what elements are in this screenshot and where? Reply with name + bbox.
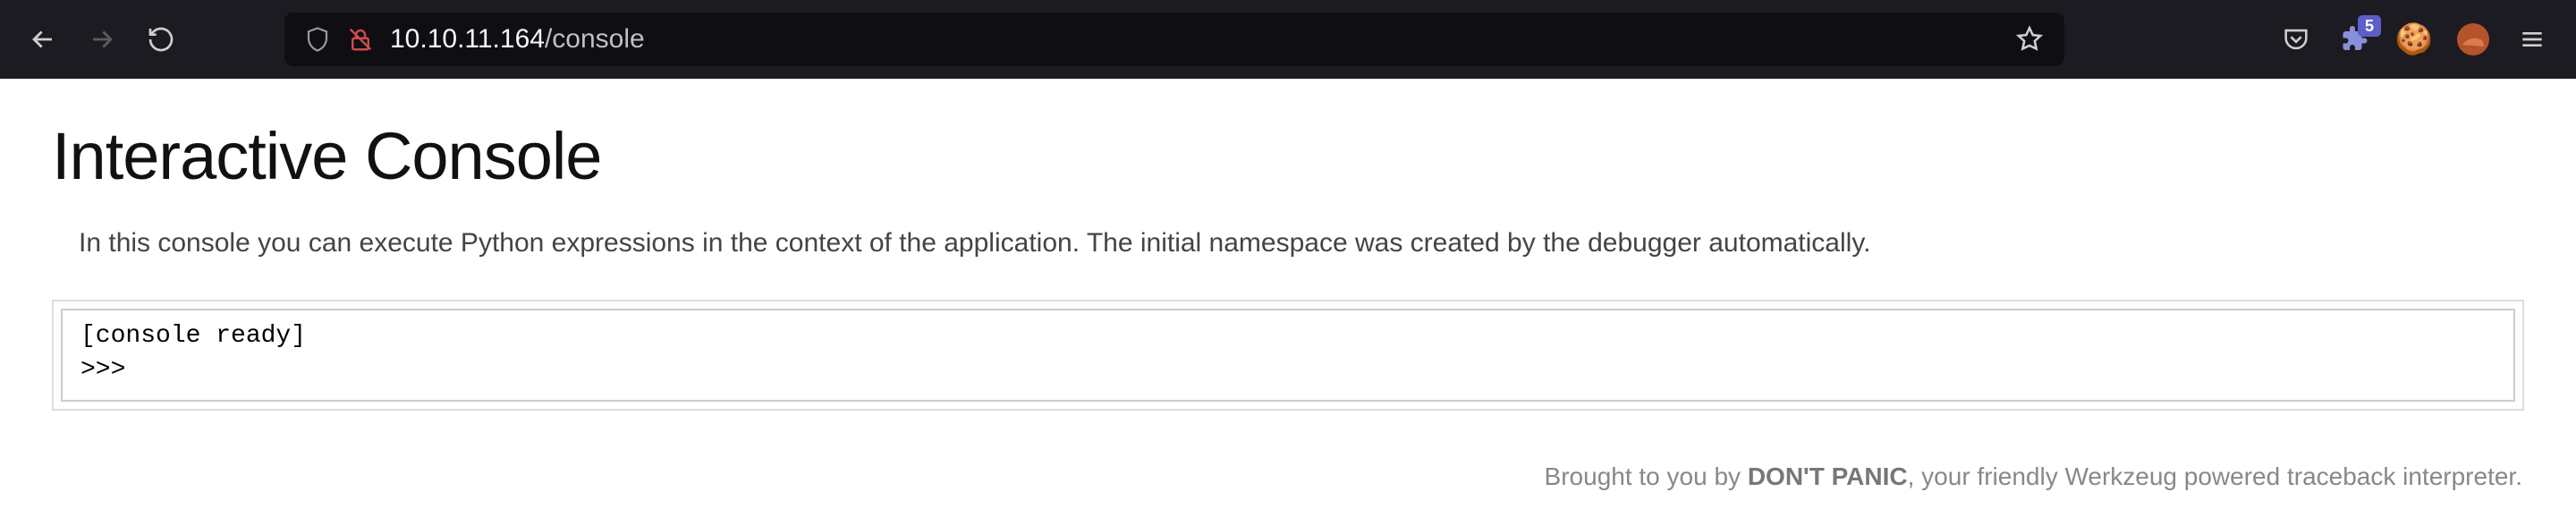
console[interactable]: [console ready] >>> [61, 309, 2515, 402]
console-ready-line: [console ready] [80, 319, 2496, 353]
back-button[interactable] [27, 23, 59, 55]
console-container: [console ready] >>> [52, 300, 2524, 411]
console-prompt: >>> [80, 353, 2496, 387]
hamburger-menu-icon[interactable] [2515, 22, 2549, 56]
forward-button[interactable] [86, 23, 118, 55]
toolbar-right: 5 🍪 [2279, 22, 2549, 56]
footer-prefix: Brought to you by [1545, 462, 1748, 490]
footer: Brought to you by DON'T PANIC, your frie… [52, 462, 2524, 491]
extensions-icon[interactable]: 5 [2338, 22, 2372, 56]
cookie-extension-icon[interactable]: 🍪 [2397, 22, 2431, 56]
nav-button-group [27, 23, 177, 55]
browser-toolbar: 10.10.11.164/console 5 🍪 [0, 0, 2576, 79]
url-text: 10.10.11.164/console [390, 24, 1998, 55]
footer-brand: DON'T PANIC [1748, 462, 1908, 490]
page-content: Interactive Console In this console you … [0, 79, 2576, 509]
shield-icon [304, 26, 331, 53]
lock-insecure-icon [347, 26, 374, 53]
extensions-badge: 5 [2358, 15, 2381, 37]
profile-avatar-icon[interactable] [2456, 22, 2490, 56]
pocket-icon[interactable] [2279, 22, 2313, 56]
address-bar[interactable]: 10.10.11.164/console [284, 13, 2064, 66]
reload-button[interactable] [145, 23, 177, 55]
bookmark-star-icon[interactable] [2014, 24, 2045, 55]
url-host: 10.10.11.164 [390, 24, 545, 54]
intro-text: In this console you can execute Python e… [79, 228, 2524, 259]
footer-suffix: , your friendly Werkzeug powered traceba… [1908, 462, 2522, 490]
page-title: Interactive Console [52, 118, 2524, 194]
url-path: /console [545, 24, 645, 54]
